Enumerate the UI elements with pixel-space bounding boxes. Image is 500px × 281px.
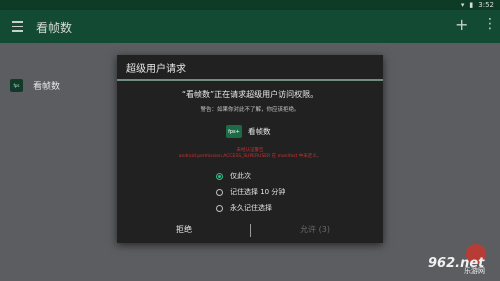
dialog-warning: 警告：如果你对此不了解，你应该拒绝。 (200, 107, 300, 113)
hamburger-menu-icon[interactable] (12, 21, 23, 35)
add-icon[interactable]: + (455, 15, 468, 34)
option-once-label: 仅此次 (230, 172, 251, 180)
list-item-label: 看帧数 (33, 82, 61, 92)
dialog-heading: “看帧数”正在请求超级用户访问权限。 (181, 90, 319, 99)
option-once[interactable]: 仅此次 (216, 168, 285, 184)
permission-error: 未经认证警告 android.permission.ACCESS_SUPERUS… (117, 148, 383, 160)
superuser-request-dialog: 超级用户请求 “看帧数”正在请求超级用户访问权限。 警告：如果你对此不了解，你应… (117, 55, 383, 243)
watermark-logo: 962.net 乐游网 (426, 244, 498, 278)
option-forever-label: 永久记住选择 (230, 204, 272, 212)
status-time: 3:52 (478, 1, 494, 9)
dialog-buttons: 拒绝 允许 (3) (117, 220, 383, 243)
list-item[interactable]: fps 看帧数 (10, 79, 60, 92)
option-10-minutes-label: 记住选择 10 分钟 (230, 188, 286, 196)
remember-options: 仅此次 记住选择 10 分钟 永久记住选择 (216, 168, 285, 216)
more-options-icon[interactable]: ⋮ (483, 16, 497, 32)
error-line-2: android.permission.ACCESS_SUPERUSER 在 ma… (178, 154, 322, 159)
fps-app-icon: fps+ (226, 125, 242, 138)
app-bar: 看帧数 + ⋮ (0, 10, 500, 43)
app-icon: fps (10, 79, 23, 92)
radio-selected-icon[interactable] (216, 172, 223, 180)
app-title: 看帧数 (36, 21, 73, 35)
dialog-title: 超级用户请求 (126, 64, 186, 75)
dialog-divider (117, 79, 383, 81)
radio-icon[interactable] (216, 204, 223, 212)
battery-icon: ▮ (469, 1, 474, 9)
radio-icon[interactable] (216, 188, 223, 196)
requesting-app: fps+ 看帧数 (226, 125, 271, 138)
option-10-minutes[interactable]: 记住选择 10 分钟 (216, 184, 285, 200)
allow-button[interactable]: 允许 (3) (255, 224, 375, 235)
status-bar: ▾ ▮ 3:52 (0, 0, 500, 10)
requesting-app-name: 看帧数 (248, 127, 271, 136)
deny-button[interactable]: 拒绝 (124, 224, 244, 235)
watermark-subtext: 乐游网 (464, 267, 485, 275)
button-separator (250, 224, 251, 237)
option-forever[interactable]: 永久记住选择 (216, 200, 285, 216)
wifi-icon: ▾ (460, 1, 465, 9)
